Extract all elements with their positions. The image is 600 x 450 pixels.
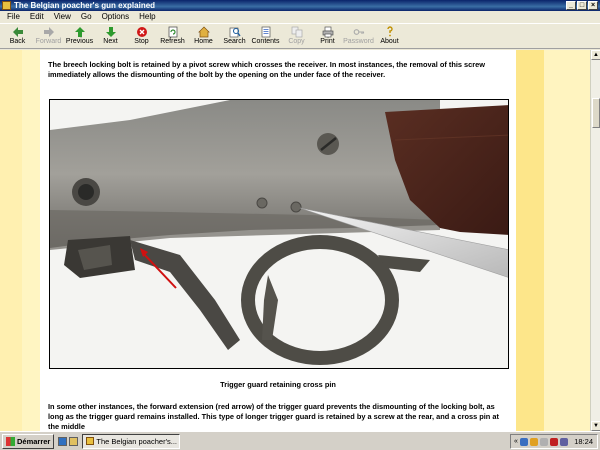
toolbar: Back Forward Previous Next Stop Refresh … <box>0 23 600 49</box>
taskbar: Démarrer The Belgian poacher's... « 18:2… <box>0 431 600 450</box>
next-button[interactable]: Next <box>95 24 126 49</box>
close-button[interactable]: × <box>588 1 598 10</box>
menu-help[interactable]: Help <box>134 11 160 23</box>
forward-label: Forward <box>35 38 62 45</box>
refresh-icon <box>166 25 180 38</box>
refresh-button[interactable]: Refresh <box>157 24 188 49</box>
tray-expand-icon[interactable]: « <box>514 438 518 445</box>
window-title-bar[interactable]: The Belgian poacher's gun explained _ □ … <box>0 0 600 11</box>
scroll-thumb[interactable] <box>592 98 600 128</box>
start-button[interactable]: Démarrer <box>2 433 55 449</box>
down-arrow-icon <box>104 25 118 38</box>
home-button[interactable]: Home <box>188 24 219 49</box>
volume-tray-icon[interactable] <box>539 437 548 446</box>
menu-bar: File Edit View Go Options Help <box>0 11 600 23</box>
menu-options[interactable]: Options <box>97 11 135 23</box>
password-button[interactable]: Password <box>343 24 374 49</box>
back-label: Back <box>9 38 26 45</box>
contents-label: Contents <box>251 38 280 45</box>
scroll-up-button[interactable]: ▲ <box>591 50 600 60</box>
search-label: Search <box>223 38 246 45</box>
right-margin-band-outer <box>544 50 590 431</box>
home-label: Home <box>194 38 213 45</box>
window-title: The Belgian poacher's gun explained <box>14 1 156 10</box>
tray-clock: 18:24 <box>574 437 593 446</box>
contents-button[interactable]: Contents <box>250 24 281 49</box>
search-icon <box>228 25 242 38</box>
previous-label: Previous <box>65 38 94 45</box>
menu-view[interactable]: View <box>49 11 76 23</box>
security-tray-icon[interactable] <box>549 437 558 446</box>
home-icon <box>197 25 211 38</box>
browser-quicklaunch-icon[interactable] <box>58 436 68 446</box>
system-tray: « 18:24 <box>510 434 598 449</box>
refresh-label: Refresh <box>160 38 185 45</box>
paragraph-2: In some other instances, the forward ext… <box>48 402 499 431</box>
vertical-scrollbar[interactable]: ▲ ▼ <box>590 50 600 431</box>
scroll-down-button[interactable]: ▼ <box>591 421 600 431</box>
password-label: Password <box>343 38 374 45</box>
menu-edit[interactable]: Edit <box>25 11 49 23</box>
about-button[interactable]: About <box>374 24 405 49</box>
taskbar-window-button[interactable]: The Belgian poacher's... <box>82 433 181 449</box>
minimize-button[interactable]: _ <box>566 1 576 10</box>
right-margin-band <box>516 50 544 431</box>
back-arrow-icon <box>11 25 25 38</box>
print-icon <box>321 25 335 38</box>
quick-launch <box>58 436 79 446</box>
forward-button[interactable]: Forward <box>33 24 64 49</box>
maximize-button[interactable]: □ <box>577 1 587 10</box>
previous-button[interactable]: Previous <box>64 24 95 49</box>
next-label: Next <box>103 38 118 45</box>
menu-go[interactable]: Go <box>76 11 97 23</box>
taskbar-window-label: The Belgian poacher's... <box>96 436 178 446</box>
help-window-icon <box>86 437 95 445</box>
print-label: Print <box>320 38 335 45</box>
copy-icon <box>290 25 304 38</box>
start-label: Démarrer <box>17 436 51 446</box>
desktop-quicklaunch-icon[interactable] <box>69 436 79 446</box>
contents-icon <box>259 25 273 38</box>
stop-label: Stop <box>134 38 149 45</box>
stop-button[interactable]: Stop <box>126 24 157 49</box>
key-icon <box>352 25 366 38</box>
menu-file[interactable]: File <box>2 11 25 23</box>
up-arrow-icon <box>73 25 87 38</box>
windows-flag-icon <box>6 436 15 446</box>
forward-arrow-icon <box>42 25 56 38</box>
gun-photo <box>49 99 509 369</box>
network-tray-icon[interactable] <box>519 437 528 446</box>
left-margin-band-outer <box>0 50 22 431</box>
antivirus-tray-icon[interactable] <box>529 437 538 446</box>
search-button[interactable]: Search <box>219 24 250 49</box>
language-tray-icon[interactable] <box>559 437 568 446</box>
photo-caption: Trigger guard retaining cross pin <box>220 380 336 389</box>
print-button[interactable]: Print <box>312 24 343 49</box>
about-label: About <box>380 38 399 45</box>
copy-button[interactable]: Copy <box>281 24 312 49</box>
copy-label: Copy <box>288 38 305 45</box>
back-button[interactable]: Back <box>2 24 33 49</box>
app-icon <box>2 1 11 10</box>
paragraph-1: The breech locking bolt is retained by a… <box>48 60 486 79</box>
about-icon <box>383 25 397 38</box>
stop-icon <box>135 25 149 38</box>
